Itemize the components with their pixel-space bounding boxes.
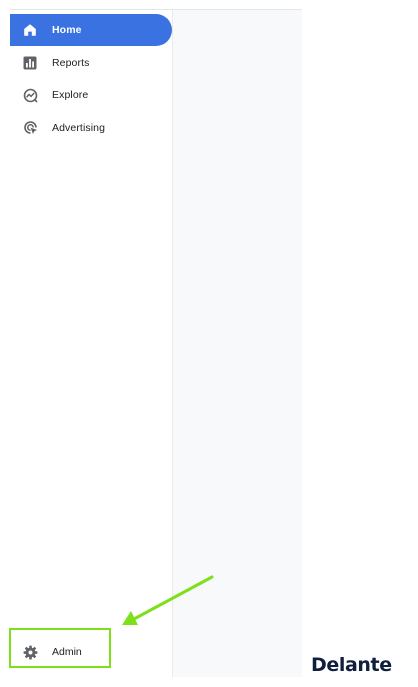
sidebar-item-label: Explore: [52, 89, 89, 101]
gear-icon: [22, 644, 38, 660]
sidebar-item-explore[interactable]: Explore: [10, 79, 172, 111]
sidebar-nav: Home Reports Explore Advertising: [10, 14, 172, 144]
home-icon: [22, 22, 38, 38]
sidebar-item-home[interactable]: Home: [10, 14, 172, 46]
sidebar-item-label: Reports: [52, 56, 90, 69]
advertising-icon: [22, 120, 38, 136]
sidebar-item-advertising[interactable]: Advertising: [10, 112, 172, 144]
sidebar-item-label: Home: [52, 24, 82, 36]
reports-icon: [22, 55, 38, 71]
sidebar-item-label: Advertising: [52, 121, 106, 134]
sidebar: Home Reports Explore Advertising Admin: [10, 10, 173, 677]
main-content-area: [173, 10, 302, 677]
explore-icon: [22, 87, 38, 103]
sidebar-item-label: Admin: [52, 646, 82, 658]
sidebar-item-admin[interactable]: Admin: [10, 636, 110, 668]
sidebar-item-reports[interactable]: Reports: [10, 47, 172, 79]
delante-logo: Delante: [311, 654, 392, 676]
screenshot-frame: Home Reports Explore Advertising Admin D…: [0, 0, 418, 687]
